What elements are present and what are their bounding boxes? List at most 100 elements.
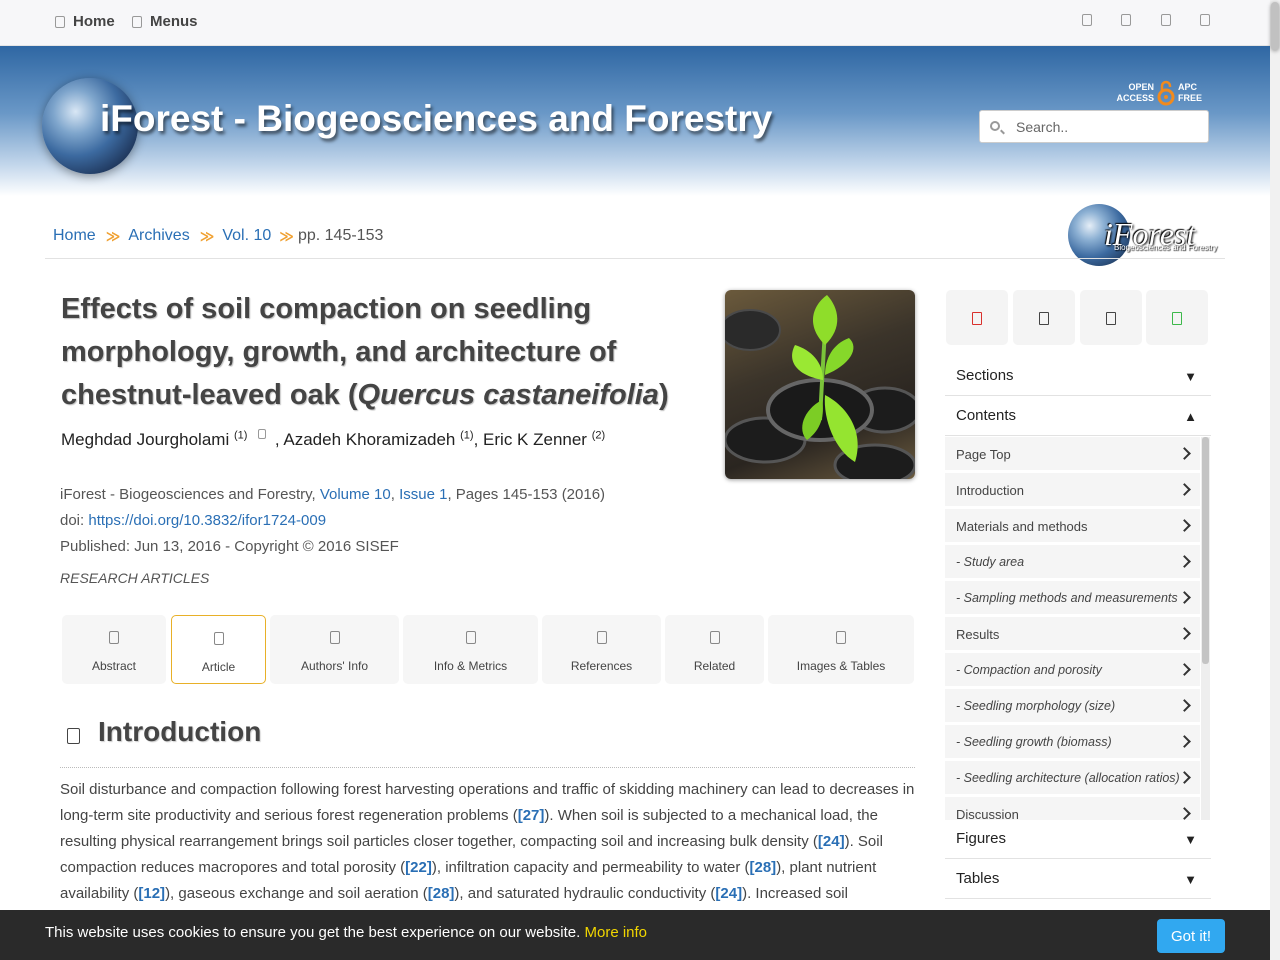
author-name[interactable]: Meghdad Jourgholami: [61, 430, 229, 449]
twitter-icon[interactable]: [1121, 14, 1131, 26]
toc-item[interactable]: - Seedling growth (biomass): [945, 725, 1200, 759]
divider: [45, 258, 1225, 259]
issue-link[interactable]: Issue 1: [399, 486, 447, 503]
iforest-logo[interactable]: iForest Biogeosciences and Forestry: [1068, 204, 1218, 266]
author-affiliation: (1): [460, 429, 474, 442]
tab-abstract[interactable]: Abstract: [62, 615, 166, 684]
top-navbar: Home Menus: [0, 0, 1270, 46]
sidebar-action-buttons: [945, 290, 1211, 346]
cookie-banner: This website uses cookies to ensure you …: [0, 910, 1270, 960]
chevron-right-icon: [1178, 735, 1191, 748]
doi-link[interactable]: https://doi.org/10.3832/ifor1724-009: [88, 512, 326, 529]
more-info-link[interactable]: More info: [584, 924, 647, 941]
share-button[interactable]: [1146, 290, 1208, 345]
oa-access: ACCESS: [1116, 93, 1154, 103]
citation-link[interactable]: [27]: [518, 807, 545, 824]
chevron-down-icon: ▼: [1184, 832, 1197, 847]
user-icon[interactable]: [1200, 14, 1210, 26]
nav-home[interactable]: Home: [55, 13, 115, 30]
chevron-up-icon: ▲: [1184, 409, 1197, 424]
toc-item[interactable]: - Seedling architecture (allocation rati…: [945, 761, 1200, 795]
open-access-lock-icon: [1157, 80, 1175, 106]
citation-line: iForest - Biogeosciences and Forestry, V…: [60, 486, 606, 503]
citation-link[interactable]: [24]: [818, 833, 845, 850]
author-name[interactable]: Eric K Zenner: [483, 430, 587, 449]
breadcrumb-separator-icon: ≫: [199, 227, 215, 244]
chevron-right-icon: [1178, 771, 1191, 784]
article-thumbnail[interactable]: [725, 290, 915, 479]
citation-link[interactable]: [28]: [750, 859, 777, 876]
chevron-right-icon: [1178, 663, 1191, 676]
site-banner: iForest - Biogeosciences and Forestry OP…: [0, 46, 1270, 196]
nav-menus[interactable]: Menus: [132, 13, 198, 30]
tab-images-tables[interactable]: Images & Tables: [768, 615, 914, 684]
breadcrumb: Home ≫ Archives ≫ Vol. 10 ≫ pp. 145-153: [53, 227, 383, 245]
breadcrumb-home[interactable]: Home: [53, 227, 96, 245]
pdf-button[interactable]: [946, 290, 1008, 345]
email-icon[interactable]: [258, 429, 267, 439]
contents-scrollbar[interactable]: [1201, 437, 1210, 820]
contents-list: Page Top Introduction Materials and meth…: [945, 437, 1211, 820]
chevron-right-icon: [1178, 555, 1191, 568]
tab-related[interactable]: Related: [665, 615, 764, 684]
facebook-icon[interactable]: [1082, 14, 1092, 26]
citation-link[interactable]: [28]: [428, 885, 455, 902]
abstract-icon: [109, 631, 119, 644]
toc-item[interactable]: Introduction: [945, 473, 1200, 507]
images-icon: [836, 631, 846, 644]
article-meta: iForest - Biogeosciences and Forestry, V…: [60, 482, 605, 560]
tab-authors-info[interactable]: Authors' Info: [270, 615, 399, 684]
cite-button[interactable]: [1080, 290, 1142, 345]
breadcrumb-current: pp. 145-153: [297, 227, 384, 244]
pdf-icon: [972, 312, 982, 325]
metrics-icon: [465, 631, 476, 644]
references-icon: [596, 631, 607, 644]
tab-article[interactable]: Article: [171, 615, 266, 684]
article-icon: [213, 632, 224, 645]
accordion-contents[interactable]: Contents ▲: [945, 397, 1211, 436]
chevron-down-icon: ▼: [1184, 369, 1197, 384]
seedling-image: [725, 295, 915, 479]
search-input[interactable]: [1016, 117, 1201, 137]
nav-home-label: Home: [73, 13, 115, 30]
toc-item[interactable]: Discussion: [945, 797, 1200, 820]
toc-item[interactable]: - Sampling methods and measurements: [945, 581, 1200, 615]
rss-icon[interactable]: [1161, 14, 1171, 26]
page-scrollbar[interactable]: [1270, 0, 1280, 960]
breadcrumb-archives[interactable]: Archives: [128, 227, 189, 245]
author-name[interactable]: Azadeh Khoramizadeh: [283, 430, 455, 449]
author-affiliation: (2): [591, 429, 606, 442]
article-tabs: Abstract Article Authors' Info Info & Me…: [62, 615, 914, 684]
toc-item[interactable]: Materials and methods: [945, 509, 1200, 543]
tab-references[interactable]: References: [542, 615, 661, 684]
volume-link[interactable]: Volume 10: [320, 486, 391, 503]
published-line: Published: Jun 13, 2016 - Copyright © 20…: [60, 538, 399, 555]
toc-item[interactable]: - Compaction and porosity: [945, 653, 1200, 687]
authors-icon: [329, 631, 340, 644]
got-it-button[interactable]: Got it!: [1157, 919, 1225, 953]
menu-icon: [132, 15, 142, 28]
citation-link[interactable]: [24]: [715, 885, 742, 902]
search-box: [979, 110, 1209, 143]
toc-item[interactable]: - Seedling morphology (size): [945, 689, 1200, 723]
share-icon: [1172, 312, 1182, 325]
accordion-tables[interactable]: Tables ▼: [945, 860, 1211, 899]
toc-item[interactable]: Page Top: [945, 437, 1200, 471]
tab-info-metrics[interactable]: Info & Metrics: [403, 615, 538, 684]
citation-link[interactable]: [22]: [405, 859, 432, 876]
article-category: RESEARCH ARTICLES: [60, 570, 210, 586]
breadcrumb-volume[interactable]: Vol. 10: [222, 227, 271, 245]
citation-link[interactable]: [12]: [138, 885, 165, 902]
oa-free: FREE: [1178, 93, 1203, 103]
site-title[interactable]: iForest - Biogeosciences and Forestry: [100, 98, 772, 140]
toc-item[interactable]: Results: [945, 617, 1200, 651]
related-icon: [709, 631, 720, 644]
print-button[interactable]: [1013, 290, 1075, 345]
oa-apc: APC: [1178, 82, 1198, 92]
accordion-sections[interactable]: Sections ▼: [945, 357, 1211, 396]
accordion-figures[interactable]: Figures ▼: [945, 820, 1211, 859]
toc-item[interactable]: - Study area: [945, 545, 1200, 579]
chevron-down-icon: ▼: [1184, 872, 1197, 887]
author-list: Meghdad Jourgholami (1) , Azadeh Khorami…: [61, 429, 606, 449]
section-title: Introduction: [98, 716, 262, 747]
